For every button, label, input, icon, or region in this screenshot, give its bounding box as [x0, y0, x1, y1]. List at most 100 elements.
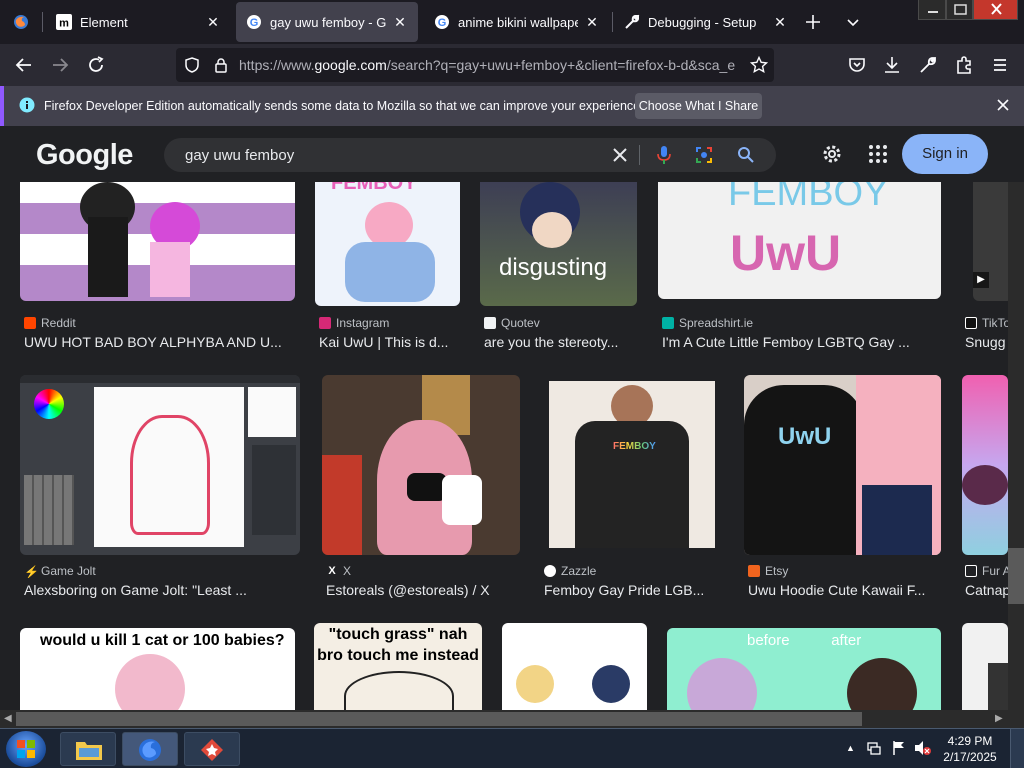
result-thumbnail[interactable]: [502, 623, 647, 710]
taskbar-firefox[interactable]: [122, 732, 178, 766]
firefox-icon: [13, 14, 29, 30]
result-source[interactable]: Instagram: [319, 316, 459, 330]
system-clock[interactable]: 4:29 PM 2/17/2025: [938, 733, 1002, 765]
scrollbar-thumb[interactable]: [16, 712, 862, 726]
windows-taskbar: ▲ 4:29 PM 2/17/2025: [0, 728, 1024, 768]
downloads-icon[interactable]: [880, 53, 904, 77]
vertical-scrollbar[interactable]: [1008, 182, 1024, 710]
tab-firefox-view[interactable]: [0, 2, 42, 42]
back-button[interactable]: [12, 53, 36, 77]
notification-text: Firefox Developer Edition automatically …: [44, 99, 644, 113]
close-icon[interactable]: ✕: [584, 14, 600, 30]
result-thumbnail[interactable]: [962, 375, 1008, 555]
result-source[interactable]: Spreadshirt.ie: [662, 316, 932, 330]
reload-button[interactable]: [84, 53, 108, 77]
apps-grid-icon[interactable]: [868, 144, 888, 164]
extensions-icon[interactable]: [952, 53, 976, 77]
forward-button[interactable]: [48, 53, 72, 77]
taskbar-explorer[interactable]: [60, 732, 116, 766]
settings-gear-icon[interactable]: [820, 142, 844, 166]
result-thumbnail[interactable]: FEMBOY UwU: [658, 182, 941, 299]
result-source[interactable]: XX: [326, 564, 521, 578]
microphone-icon[interactable]: [657, 146, 671, 164]
show-hidden-icons[interactable]: ▲: [846, 743, 855, 753]
network-icon[interactable]: [866, 740, 882, 756]
result-thumbnail[interactable]: [962, 623, 1008, 710]
result-source[interactable]: Fur A: [965, 564, 1008, 578]
result-thumbnail[interactable]: [20, 182, 295, 301]
horizontal-scrollbar[interactable]: ◀ ▶: [0, 710, 1024, 728]
shield-icon[interactable]: [184, 57, 200, 73]
volume-muted-icon[interactable]: [914, 740, 932, 756]
result-caption[interactable]: UWU HOT BAD BOY ALPHYBA AND U...: [24, 334, 292, 350]
search-input[interactable]: gay uwu femboy: [185, 147, 294, 164]
maximize-button[interactable]: [946, 0, 973, 20]
result-source[interactable]: TikTo: [965, 316, 1008, 330]
lens-icon[interactable]: [695, 146, 713, 164]
search-box[interactable]: gay uwu femboy: [164, 138, 776, 172]
thumbnail-text: would u kill 1 cat or 100 babies?: [40, 632, 285, 649]
result-caption[interactable]: Catnap: [965, 582, 1008, 598]
thumbnail-text: disgusting: [499, 254, 608, 281]
result-source[interactable]: Quotev: [484, 316, 634, 330]
tab-debugging[interactable]: Debugging - Setup ✕: [614, 2, 798, 42]
clock-date: 2/17/2025: [943, 750, 997, 764]
result-thumbnail[interactable]: ▶: [973, 182, 1008, 301]
scrollbar-thumb[interactable]: [1008, 548, 1024, 604]
google-header: Google gay uwu femboy Sign in: [0, 126, 1024, 182]
svg-text:G: G: [250, 17, 259, 29]
search-icon[interactable]: [737, 146, 755, 164]
result-caption[interactable]: Kai UwU | This is d...: [319, 334, 459, 350]
result-thumbnail[interactable]: [322, 375, 520, 555]
result-thumbnail[interactable]: would u kill 1 cat or 100 babies?: [20, 628, 295, 710]
scroll-left-icon[interactable]: ◀: [4, 713, 12, 724]
new-tab-button[interactable]: [806, 2, 830, 42]
result-thumbnail[interactable]: "touch grass" nah bro touch me instead: [314, 623, 482, 710]
result-caption[interactable]: Femboy Gay Pride LGB...: [544, 582, 719, 598]
minimize-button[interactable]: [918, 0, 946, 20]
result-thumbnail[interactable]: FEMBOY: [549, 381, 715, 548]
result-caption[interactable]: are you the stereoty...: [484, 334, 634, 350]
result-caption[interactable]: Uwu Hoodie Cute Kawaii F...: [748, 582, 938, 598]
url-text[interactable]: https://www.google.com/search?q=gay+uwu+…: [239, 57, 739, 73]
result-thumbnail[interactable]: disgusting: [480, 182, 637, 306]
clear-icon[interactable]: [612, 147, 628, 163]
result-caption[interactable]: I'm A Cute Little Femboy LGBTQ Gay ...: [662, 334, 932, 350]
tab-anime-search[interactable]: G anime bikini wallpaper - ✕: [424, 2, 610, 42]
show-desktop-button[interactable]: [1010, 729, 1024, 768]
result-source[interactable]: ⚡ Game Jolt: [24, 564, 294, 578]
result-caption[interactable]: Alexsboring on Game Jolt: "Least ...: [24, 582, 294, 598]
close-icon[interactable]: ✕: [205, 14, 221, 30]
pocket-icon[interactable]: [845, 53, 869, 77]
result-thumbnail[interactable]: [20, 375, 300, 555]
close-window-button[interactable]: [973, 0, 1018, 20]
sign-in-button[interactable]: Sign in: [902, 134, 988, 174]
google-logo[interactable]: Google: [36, 139, 133, 172]
flag-icon[interactable]: [891, 740, 907, 756]
result-thumbnail[interactable]: FEMBOY: [315, 182, 460, 306]
url-bar[interactable]: https://www.google.com/search?q=gay+uwu+…: [176, 48, 774, 82]
close-icon[interactable]: [996, 98, 1010, 112]
result-caption[interactable]: Estoreals (@estoreals) / X: [326, 582, 521, 598]
close-icon[interactable]: ✕: [772, 14, 788, 30]
thumbnail-text: FEMBOY: [728, 182, 889, 214]
start-button[interactable]: [6, 731, 46, 767]
list-all-tabs-button[interactable]: [846, 2, 870, 42]
result-caption[interactable]: Snugg: [965, 334, 1008, 350]
lock-icon[interactable]: [213, 57, 229, 73]
tab-element[interactable]: m Element ✕: [46, 2, 231, 42]
tab-google-search-active[interactable]: G gay uwu femboy - Google ✕: [236, 2, 418, 42]
star-icon[interactable]: [750, 56, 768, 74]
menu-icon[interactable]: [988, 53, 1012, 77]
result-thumbnail[interactable]: UwU: [744, 375, 941, 555]
result-thumbnail[interactable]: before after: [667, 628, 941, 710]
wrench-icon[interactable]: [916, 53, 940, 77]
result-source[interactable]: Etsy: [748, 564, 938, 578]
result-source[interactable]: Zazzle: [544, 564, 719, 578]
scroll-right-icon[interactable]: ▶: [995, 713, 1003, 724]
choose-what-i-share-button[interactable]: Choose What I Share: [635, 93, 762, 119]
result-source[interactable]: Reddit: [24, 316, 294, 330]
taskbar-app[interactable]: [184, 732, 240, 766]
close-icon[interactable]: ✕: [392, 14, 408, 30]
source-name: Etsy: [765, 564, 789, 578]
